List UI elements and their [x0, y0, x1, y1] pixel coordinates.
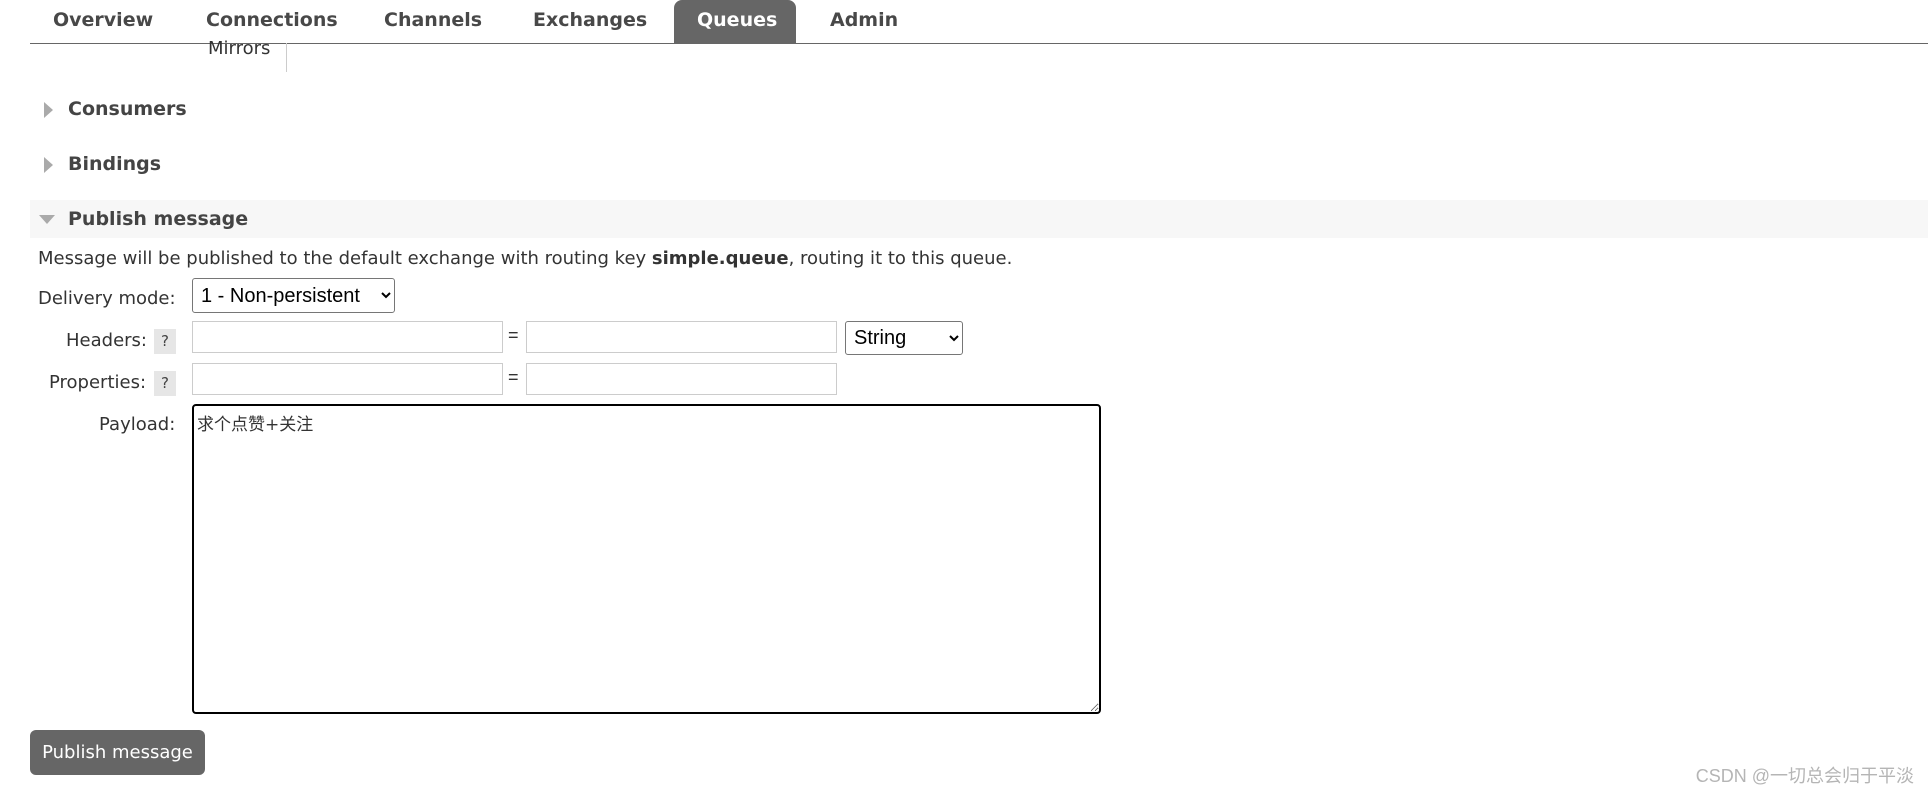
properties-help-icon[interactable]: ? [154, 371, 176, 396]
property-value-input[interactable] [526, 363, 837, 395]
publish-info-text: Message will be published to the default… [38, 248, 1012, 269]
expand-arrow-icon [44, 102, 53, 118]
payload-textarea[interactable]: 求个点赞+关注 [192, 404, 1101, 714]
delivery-mode-select[interactable]: 1 - Non-persistent [192, 278, 395, 313]
headers-help-icon[interactable]: ? [154, 329, 176, 354]
tab-admin[interactable]: Admin [807, 0, 921, 43]
payload-label: Payload: [99, 414, 176, 435]
publish-info-suffix: , routing it to this queue. [788, 248, 1013, 269]
page: Overview Connections Channels Exchanges … [0, 0, 1928, 795]
tab-channels[interactable]: Channels [361, 0, 505, 43]
delivery-mode-label: Delivery mode: [38, 288, 176, 309]
mirrors-divider [286, 43, 287, 72]
section-consumers-title: Consumers [68, 98, 187, 120]
header-value-input[interactable] [526, 321, 837, 353]
routing-key: simple.queue [651, 248, 789, 269]
expand-arrow-icon [44, 157, 53, 173]
header-key-input[interactable] [192, 321, 503, 353]
mirrors-label[interactable]: Mirrors [208, 38, 270, 59]
tab-connections[interactable]: Connections [183, 0, 361, 43]
tab-exchanges[interactable]: Exchanges [510, 0, 670, 43]
properties-label: Properties: [49, 372, 147, 393]
tab-queues[interactable]: Queues [674, 0, 796, 43]
section-bindings-title: Bindings [68, 153, 162, 175]
property-equals: = [508, 367, 519, 387]
watermark: CSDN @一切总会归于平淡 [1695, 766, 1914, 786]
section-consumers-header[interactable]: Consumers [30, 90, 1928, 128]
publish-info-prefix: Message will be published to the default… [38, 248, 652, 269]
section-publish-header[interactable]: Publish message [30, 200, 1928, 238]
headers-label: Headers: [66, 330, 147, 351]
property-key-input[interactable] [192, 363, 503, 395]
section-publish-title: Publish message [68, 208, 249, 230]
tab-overview[interactable]: Overview [30, 0, 176, 43]
publish-message-button[interactable]: Publish message [30, 730, 205, 775]
section-bindings-header[interactable]: Bindings [30, 145, 1928, 183]
header-type-select[interactable]: String [845, 321, 963, 355]
main-nav: Overview Connections Channels Exchanges … [30, 0, 1928, 44]
header-equals: = [508, 325, 519, 345]
collapse-arrow-icon [39, 215, 55, 224]
